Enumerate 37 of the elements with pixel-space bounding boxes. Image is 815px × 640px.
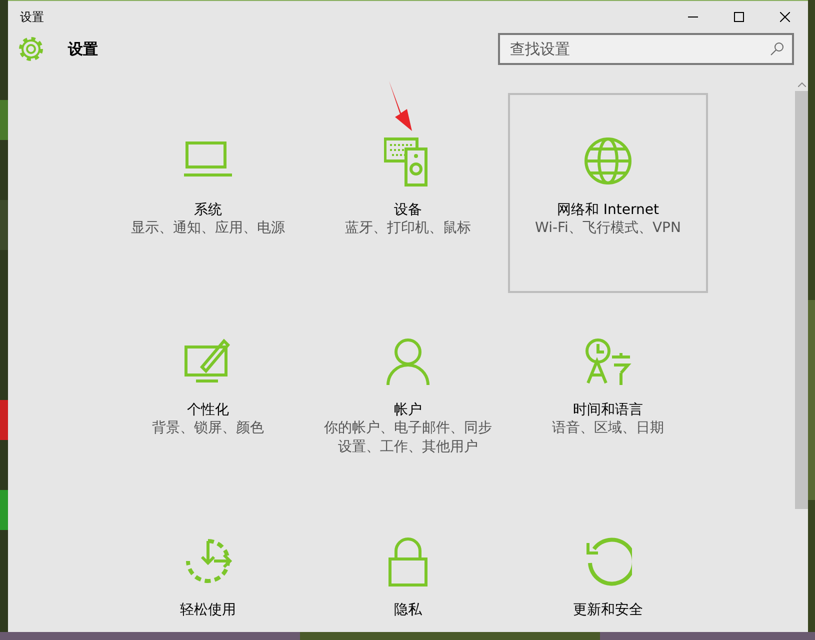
tile-title: 隐私: [394, 601, 422, 619]
arrow-annotation: [388, 80, 414, 132]
tile-description: 你的帐户、电子邮件、同步设置、工作、其他用户: [323, 419, 493, 457]
settings-tile[interactable]: 设备 蓝牙、打印机、鼠标: [308, 93, 508, 293]
tile-title: 设备: [394, 201, 422, 219]
settings-tile[interactable]: 隐私: [308, 493, 508, 632]
tile-title: 更新和安全: [573, 601, 643, 619]
settings-icon: [18, 36, 44, 62]
settings-tile[interactable]: 个性化 背景、锁屏、颜色: [108, 293, 308, 493]
maximize-icon: [734, 12, 744, 22]
tile-description: 蓝牙、打印机、鼠标: [344, 219, 472, 238]
settings-tile[interactable]: 帐户 你的帐户、电子邮件、同步设置、工作、其他用户: [308, 293, 508, 493]
tile-description: 语音、区域、日期: [551, 419, 665, 438]
window-title: 设置: [20, 8, 45, 26]
settings-tile[interactable]: 更新和安全: [508, 493, 708, 632]
refresh-icon: [584, 537, 632, 587]
tile-description: 背景、锁屏、颜色: [151, 419, 265, 438]
person-icon: [384, 337, 432, 387]
settings-tile[interactable]: 网络和 Internet Wi-Fi、飞行模式、VPN: [508, 93, 708, 293]
globe-icon: [584, 137, 632, 187]
search-icon: [770, 42, 784, 56]
tile-title: 帐户: [394, 401, 422, 419]
page-title: 设置: [68, 40, 99, 58]
settings-tile[interactable]: 系统 显示、通知、应用、电源: [108, 93, 308, 293]
tile-title: 时间和语言: [573, 401, 643, 419]
tile-title: 系统: [194, 201, 222, 219]
tile-title: 网络和 Internet: [556, 201, 660, 219]
tile-description: Wi-Fi、飞行模式、VPN: [534, 219, 682, 238]
tile-title: 轻松使用: [180, 601, 236, 619]
tile-description: 显示、通知、应用、电源: [130, 219, 286, 238]
scroll-up-icon: [798, 82, 806, 86]
tile-title: 个性化: [187, 401, 229, 419]
clock-letter-icon: [584, 337, 632, 387]
search-field[interactable]: 查找设置: [498, 33, 794, 65]
settings-tile[interactable]: 时间和语言 语音、区域、日期: [508, 293, 708, 493]
close-icon: [780, 12, 790, 22]
settings-tile[interactable]: 轻松使用: [108, 493, 308, 632]
